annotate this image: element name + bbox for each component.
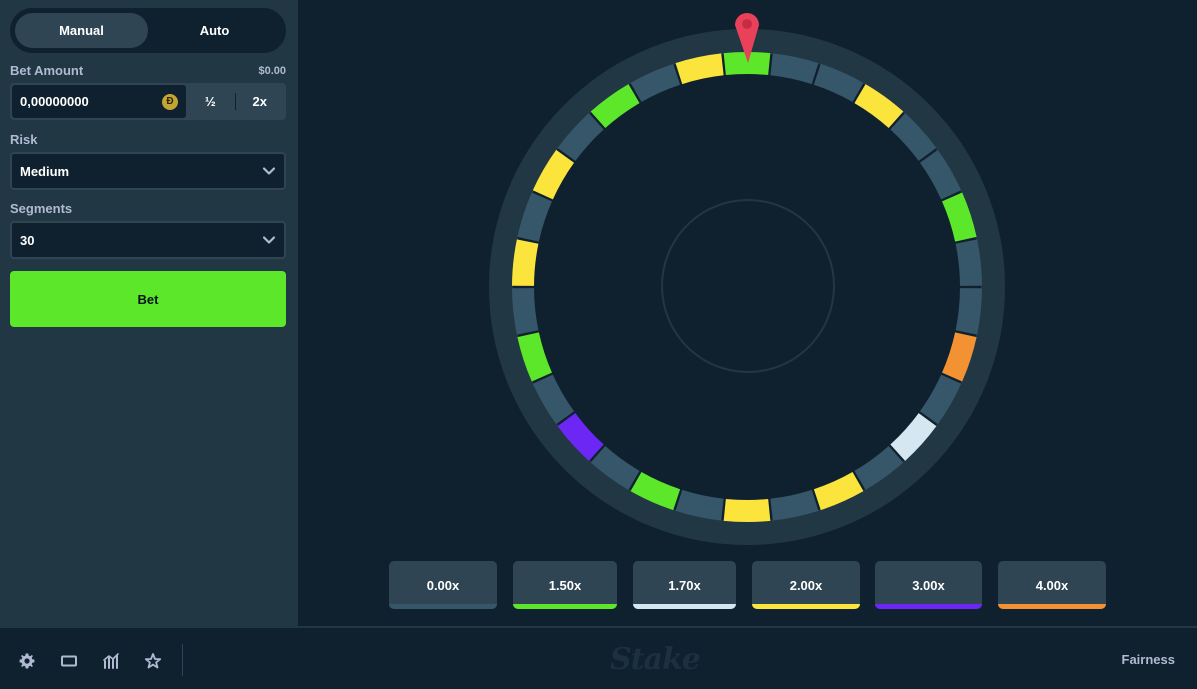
multiplier-color-bar [389,604,497,609]
dogecoin-icon: Ð [162,93,178,110]
segments-value: 30 [20,232,35,248]
multiplier-chip: 0.00x [389,561,497,609]
risk-value: Medium [20,163,70,179]
theatre-mode-icon[interactable] [60,652,78,670]
bet-amount-input[interactable]: 0,00000000 Ð [12,85,186,118]
multiplier-chip: 3.00x [875,561,982,609]
multiplier-label: 3.00x [912,577,945,593]
wheel-segment-dark [512,287,539,335]
mode-toggle: Manual Auto [10,8,286,53]
wheel-segment-dark [630,63,681,103]
wheel-segment-yellow [723,498,771,522]
multiplier-chip: 1.50x [513,561,617,609]
wheel-outer-ring [489,29,1005,545]
multiplier-color-bar [875,604,982,609]
wheel-segment-yellow [813,471,864,511]
bet-button[interactable]: Bet [10,271,286,327]
wheel-segment-dark [955,239,982,287]
wheel-segments [512,52,982,522]
multiplier-color-bar [513,604,617,609]
bet-amount-group: 0,00000000 Ð ½ 2x [10,83,286,120]
wheel-segment-green [941,192,977,242]
multiplier-color-bar [633,604,736,609]
bet-amount-label: Bet Amount [10,63,84,78]
wheel-segment-dark [813,63,864,103]
wheel-segment-dark [517,192,553,242]
risk-label: Risk [10,132,38,147]
wheel-segment-yellow [512,239,539,287]
wheel [489,13,1005,545]
segments-label-row: Segments [10,201,286,216]
bet-amount-value: 0,00000000 [20,94,89,109]
multiplier-label: 0.00x [426,577,460,593]
multiplier-chip: 4.00x [998,561,1106,609]
wheel-game-area: 0.00x 1.50x 1.70x 2.00x 3.00x 4.00x [298,0,1197,626]
multiplier-label: 1.50x [548,577,582,593]
wheel-segment-green [517,332,553,382]
wheel-segment-dark [770,489,819,521]
chevron-down-icon [262,236,276,244]
half-bet-button[interactable]: ½ [186,85,235,118]
multiplier-chip: 2.00x [752,561,860,609]
wheel-segment-yellow [675,53,724,85]
chevron-down-icon [262,167,276,175]
multiplier-label: 4.00x [1035,577,1069,593]
multiplier-color-bar [998,604,1106,609]
double-bet-button[interactable]: 2x [236,85,285,118]
segments-select[interactable]: 30 [10,221,286,259]
wheel-segment-dark [770,53,819,85]
stake-logo: Stake [610,642,701,677]
star-icon[interactable] [144,652,162,670]
fairness-link[interactable]: Fairness [1122,652,1175,667]
multiplier-color-bar [752,604,860,609]
bet-amount-label-row: Bet Amount $0.00 [10,63,286,78]
bet-usd-value: $0.00 [258,64,286,77]
stats-icon[interactable] [102,652,120,670]
tab-auto[interactable]: Auto [148,13,281,48]
multiplier-label: 1.70x [668,577,701,593]
wheel-center-circle [661,199,835,373]
footer-divider [182,644,183,676]
wheel-segment-orange [941,332,977,382]
multiplier-label: 2.00x [789,577,823,593]
wheel-segment-dark [955,287,982,335]
footer: Stake Fairness [0,626,1197,689]
risk-select[interactable]: Medium [10,152,286,190]
bet-sidebar: Manual Auto Bet Amount $0.00 0,00000000 … [0,0,298,626]
gear-icon[interactable] [18,652,36,670]
wheel-segment-green [723,52,771,76]
wheel-segment-dark [675,489,724,521]
multiplier-chip: 1.70x [633,561,736,609]
tab-manual[interactable]: Manual [15,13,148,48]
segments-label: Segments [10,201,73,216]
wheel-segment-green [630,471,681,511]
risk-label-row: Risk [10,132,286,147]
